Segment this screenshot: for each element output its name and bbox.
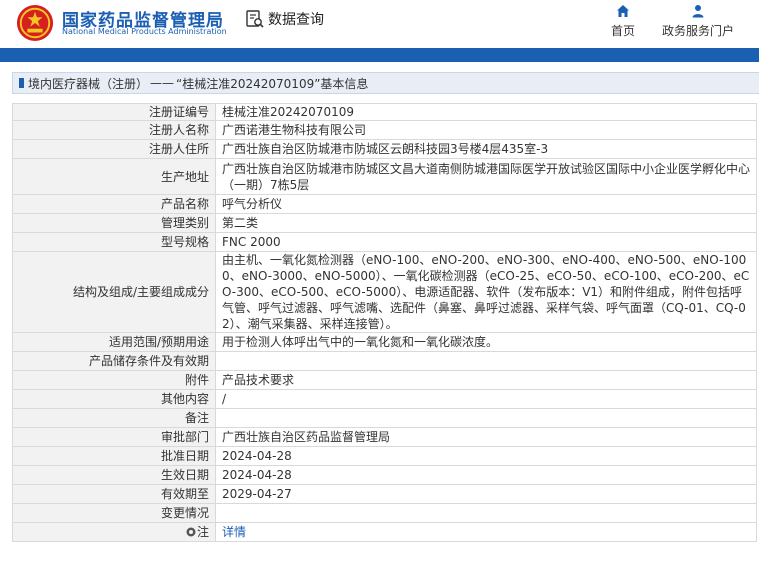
field-value: 2029-04-27 xyxy=(215,484,757,504)
data-query-link[interactable]: 数据查询 xyxy=(246,9,324,29)
field-value: 桂械注准20242070109 xyxy=(215,103,757,121)
breadcrumb: 境内医疗器械（注册） —— “桂械注准20242070109”基本信息 xyxy=(12,72,759,94)
nav-home[interactable]: 首页 xyxy=(611,4,635,39)
field-value: 2024-04-28 xyxy=(215,446,757,466)
brand-subtitle: National Medical Products Administration xyxy=(62,27,227,36)
field-label: 型号规格 xyxy=(12,232,216,252)
detail-link[interactable]: 详情 xyxy=(222,525,246,539)
breadcrumb-marker-icon xyxy=(19,78,24,88)
field-label: 产品储存条件及有效期 xyxy=(12,351,216,371)
field-label: 批准日期 xyxy=(12,446,216,466)
data-query-icon xyxy=(246,10,264,28)
breadcrumb-section[interactable]: 境内医疗器械（注册） xyxy=(28,75,148,92)
note-bullet-icon xyxy=(186,527,196,537)
field-value: 用于检测人体呼出气中的一氧化氮和一氧化碳浓度。 xyxy=(215,332,757,352)
user-icon xyxy=(692,5,704,18)
field-value: 广西壮族自治区防城港市防城区文昌大道南侧防城港国际医学开放试验区国际中小企业医学… xyxy=(215,158,757,195)
field-label: 注册人住所 xyxy=(12,139,216,159)
field-value: FNC 2000 xyxy=(215,232,757,252)
field-label: 其他内容 xyxy=(12,389,216,409)
note-label-cell: 注 xyxy=(12,522,216,542)
field-value: 广西壮族自治区防城港市防城区云朗科技园3号楼4层435室-3 xyxy=(215,139,757,159)
note-label: 注 xyxy=(196,525,209,539)
field-label: 备注 xyxy=(12,408,216,428)
field-value: 广西壮族自治区药品监督管理局 xyxy=(215,427,757,447)
field-value xyxy=(215,408,757,428)
nav-service-portal[interactable]: 政务服务门户 xyxy=(662,4,734,39)
field-label: 变更情况 xyxy=(12,503,216,523)
data-query-label: 数据查询 xyxy=(268,12,324,28)
nav-home-label: 首页 xyxy=(611,24,636,38)
field-label: 审批部门 xyxy=(12,427,216,447)
field-value: 广西诺港生物科技有限公司 xyxy=(215,120,757,140)
field-label: 附件 xyxy=(12,370,216,390)
site-header: 国家药品监督管理局 National Medical Products Admi… xyxy=(0,0,759,48)
home-icon xyxy=(617,5,629,17)
nav-service-label: 政务服务门户 xyxy=(662,24,735,38)
header-divider xyxy=(0,48,759,62)
field-value: 第二类 xyxy=(215,213,757,233)
field-label: 生效日期 xyxy=(12,465,216,485)
field-value xyxy=(215,503,757,523)
field-label: 注册人名称 xyxy=(12,120,216,140)
breadcrumb-separator: —— xyxy=(150,76,175,90)
field-value: 2024-04-28 xyxy=(215,465,757,485)
field-label: 管理类别 xyxy=(12,213,216,233)
field-label: 结构及组成/主要组成成分 xyxy=(12,251,216,333)
note-value-cell: 详情 xyxy=(215,522,757,542)
field-label: 生产地址 xyxy=(12,158,216,195)
field-label: 适用范围/预期用途 xyxy=(12,332,216,352)
field-value: / xyxy=(215,389,757,409)
field-value: 产品技术要求 xyxy=(215,370,757,390)
breadcrumb-current: “桂械注准20242070109”基本信息 xyxy=(176,76,369,91)
field-value: 呼气分析仪 xyxy=(215,194,757,214)
field-label: 有效期至 xyxy=(12,484,216,504)
device-info-table: 注册证编号 桂械注准20242070109 注册人名称 广西诺港生物科技有限公司 注… xyxy=(12,103,757,542)
field-value xyxy=(215,351,757,371)
field-label: 产品名称 xyxy=(12,194,216,214)
national-emblem-icon xyxy=(16,4,54,42)
field-label: 注册证编号 xyxy=(12,103,216,121)
field-value: 由主机、一氧化氮检测器（eNO-100、eNO-200、eNO-300、eNO-… xyxy=(215,251,757,333)
